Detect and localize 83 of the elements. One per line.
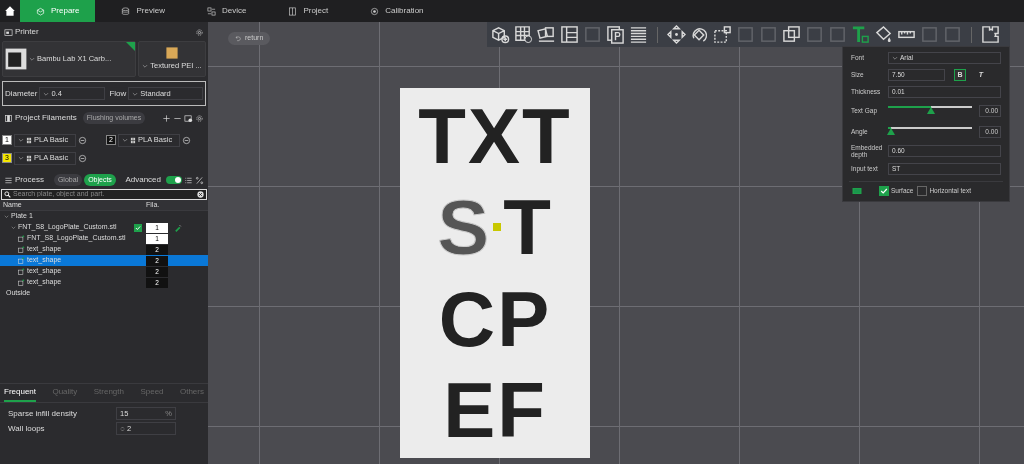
panels-icon[interactable]	[560, 25, 579, 44]
dropdown-caret-icon	[18, 155, 24, 161]
page-icon[interactable]	[606, 25, 625, 44]
printer-icon	[4, 27, 13, 37]
advanced-label: Advanced	[125, 174, 161, 186]
dropdown-caret-icon	[892, 54, 898, 61]
search-icon	[4, 191, 11, 198]
rotate-icon[interactable]	[690, 25, 709, 44]
selection-handle-icon[interactable]	[493, 223, 502, 232]
scale-icon[interactable]	[713, 25, 732, 44]
settings-icon[interactable]	[195, 113, 204, 123]
checkbox[interactable]	[917, 186, 928, 197]
remove-icon[interactable]	[182, 135, 191, 145]
overlapping-squares-icon[interactable]	[782, 25, 801, 44]
book-icon	[288, 6, 298, 16]
home-button[interactable]	[4, 5, 16, 17]
dropdown-caret-icon	[132, 90, 139, 97]
undo-icon	[235, 34, 242, 42]
plate-text[interactable]: EF	[443, 371, 547, 450]
plate-text[interactable]: TXT	[418, 96, 572, 175]
collapse-caret-icon[interactable]	[4, 214, 9, 219]
stack-icon	[121, 6, 131, 16]
edit-icon[interactable]	[174, 223, 182, 232]
device-icon	[206, 6, 216, 16]
mode-tab[interactable]: Device	[190, 0, 263, 22]
dropdown-caret-icon	[122, 137, 128, 143]
target-icon	[370, 6, 380, 16]
section-title: Printer	[15, 26, 39, 38]
cards-icon[interactable]	[537, 25, 556, 44]
process-icon	[4, 175, 13, 185]
part-icon	[18, 246, 25, 253]
dropdown-caret-icon	[29, 56, 35, 62]
part-icon	[18, 268, 25, 275]
cube-add-icon[interactable]	[491, 25, 510, 44]
mode-tab[interactable]: Project	[272, 0, 345, 22]
slider-thumb[interactable]	[886, 127, 895, 135]
panel-toggle-icon[interactable]	[851, 186, 863, 197]
settings-icon[interactable]	[195, 27, 204, 37]
stripes-icon[interactable]	[629, 25, 648, 44]
filament-type-icon	[26, 154, 32, 162]
plate-text[interactable]: T	[503, 188, 553, 267]
diameter-label: Diameter	[5, 87, 38, 100]
remove-icon[interactable]	[78, 153, 87, 163]
text-tool-icon[interactable]	[851, 25, 870, 44]
mode-tab[interactable]: Calibration	[354, 0, 440, 22]
part-icon	[18, 257, 25, 264]
setting-label: Sparse infill density	[8, 407, 78, 420]
settings-tab[interactable]: Frequent	[4, 384, 37, 402]
filament-type-icon	[130, 136, 136, 144]
check-icon	[880, 187, 888, 196]
check-icon	[135, 224, 141, 231]
collapse-caret-icon[interactable]	[11, 225, 16, 230]
flow-label: Flow	[109, 87, 127, 100]
cube-icon	[36, 6, 45, 16]
puzzle-icon[interactable]	[981, 25, 1000, 44]
list-icon[interactable]	[184, 175, 193, 185]
part-icon	[18, 279, 25, 286]
printer-picture-icon	[3, 46, 29, 72]
spinner-icon[interactable]	[120, 424, 125, 433]
dropdown-caret-icon	[43, 90, 50, 97]
part-icon	[18, 235, 25, 242]
plus-icon[interactable]	[162, 113, 171, 123]
mode-tab[interactable]: Preview	[105, 0, 181, 22]
plate-swatch-icon	[165, 46, 179, 61]
grid-add-icon[interactable]	[514, 25, 533, 44]
slider-thumb[interactable]	[926, 106, 935, 114]
advanced-toggle[interactable]	[166, 176, 182, 184]
plate-text[interactable]: CP	[438, 279, 552, 358]
checkbox[interactable]	[879, 186, 889, 197]
move-icon[interactable]	[667, 25, 686, 44]
percent-icon[interactable]	[195, 175, 204, 185]
plate-text[interactable]: S	[437, 188, 492, 267]
section-title: Process	[15, 174, 44, 186]
filament-type-icon	[26, 136, 32, 144]
remove-icon[interactable]	[78, 135, 87, 145]
setting-label: Wall loops	[8, 422, 46, 435]
section-title: Project Filaments	[15, 112, 77, 124]
spool-icon	[4, 113, 13, 123]
dropdown-caret-icon	[18, 137, 24, 143]
clear-icon[interactable]	[197, 191, 204, 198]
paint-bucket-icon[interactable]	[874, 25, 893, 44]
dropdown-caret-icon	[142, 63, 149, 69]
visibility-checkbox[interactable]	[134, 223, 142, 232]
